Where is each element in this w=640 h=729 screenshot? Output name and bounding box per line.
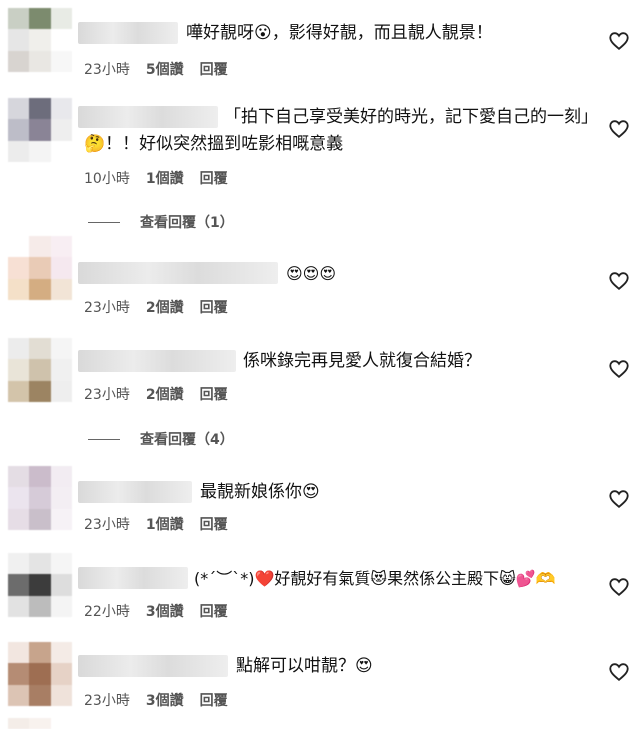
comment-time: 23小時 [84, 387, 130, 403]
comment-text: 點解可以咁靚？😍 [236, 656, 373, 676]
reply-button[interactable]: 回覆 [200, 300, 228, 316]
avatar[interactable] [8, 98, 72, 162]
like-count[interactable]: 1個讚 [146, 517, 184, 533]
divider-line [88, 438, 120, 440]
reply-button[interactable]: 回覆 [200, 387, 228, 403]
username-blurred[interactable] [78, 350, 236, 372]
heart-outline-icon[interactable] [608, 30, 630, 52]
like-count[interactable]: 3個讚 [146, 604, 184, 620]
like-count[interactable]: 2個讚 [146, 387, 184, 403]
comment-meta: 23小時 5個讚 回覆 [84, 59, 244, 79]
comment-time: 23小時 [84, 517, 130, 533]
view-replies-button[interactable]: 查看回覆（1） [88, 212, 234, 232]
like-count[interactable]: 5個讚 [146, 62, 184, 78]
reply-button[interactable]: 回覆 [200, 171, 228, 187]
reply-button[interactable]: 回覆 [200, 693, 228, 709]
comment-time: 23小時 [84, 300, 130, 316]
heart-outline-icon[interactable] [608, 576, 630, 598]
comment-meta: 23小時 3個讚 回覆 [84, 690, 244, 710]
comment-text: 最靚新娘係你😍 [200, 482, 320, 502]
comment-text: 嘩好靚呀😮，影得好靚，而且靚人靚景！ [186, 23, 493, 43]
reply-button[interactable]: 回覆 [200, 62, 228, 78]
comment-meta: 23小時 2個讚 回覆 [84, 297, 244, 317]
username-blurred[interactable] [78, 262, 278, 284]
avatar[interactable] [8, 8, 72, 72]
comment-text: 係咪錄完再見愛人就復合結婚？ [243, 351, 481, 371]
avatar[interactable] [8, 718, 72, 729]
username-blurred[interactable] [78, 655, 228, 677]
reply-button[interactable]: 回覆 [200, 517, 228, 533]
comment-meta: 10小時 1個讚 回覆 [84, 168, 244, 188]
comment-text: 「拍下自己享受美好的時光，記下愛自己的一刻」🤔！！好似突然搵到咗影相嘅意義 [84, 107, 590, 154]
comment-meta: 22小時 3個讚 回覆 [84, 601, 244, 621]
comment-time: 10小時 [84, 171, 130, 187]
comment-meta: 23小時 1個讚 回覆 [84, 514, 244, 534]
heart-outline-icon[interactable] [608, 118, 630, 140]
heart-outline-icon[interactable] [608, 358, 630, 380]
avatar[interactable] [8, 236, 72, 300]
view-replies-label: 查看回覆（1） [140, 215, 234, 231]
comment-time: 23小時 [84, 62, 130, 78]
username-blurred[interactable] [78, 481, 192, 503]
reply-button[interactable]: 回覆 [200, 604, 228, 620]
comment-text: (*´︶`*)❤️好靚好有氣質😻果然係公主殿下😸💕🫶 [194, 569, 556, 588]
heart-outline-icon[interactable] [608, 270, 630, 292]
like-count[interactable]: 3個讚 [146, 693, 184, 709]
avatar[interactable] [8, 466, 72, 530]
heart-outline-icon[interactable] [608, 488, 630, 510]
comment-text: 😍😍😍 [286, 264, 337, 283]
username-blurred[interactable] [78, 567, 188, 589]
comment-meta: 23小時 2個讚 回覆 [84, 384, 244, 404]
avatar[interactable] [8, 338, 72, 402]
view-replies-button[interactable]: 查看回覆（4） [88, 429, 234, 449]
avatar[interactable] [8, 553, 72, 617]
view-replies-label: 查看回覆（4） [140, 432, 234, 448]
like-count[interactable]: 1個讚 [146, 171, 184, 187]
comment-time: 23小時 [84, 693, 130, 709]
divider-line [88, 221, 120, 223]
avatar[interactable] [8, 642, 72, 706]
username-blurred[interactable] [78, 22, 178, 44]
heart-outline-icon[interactable] [608, 661, 630, 683]
comment-time: 22小時 [84, 604, 130, 620]
like-count[interactable]: 2個讚 [146, 300, 184, 316]
